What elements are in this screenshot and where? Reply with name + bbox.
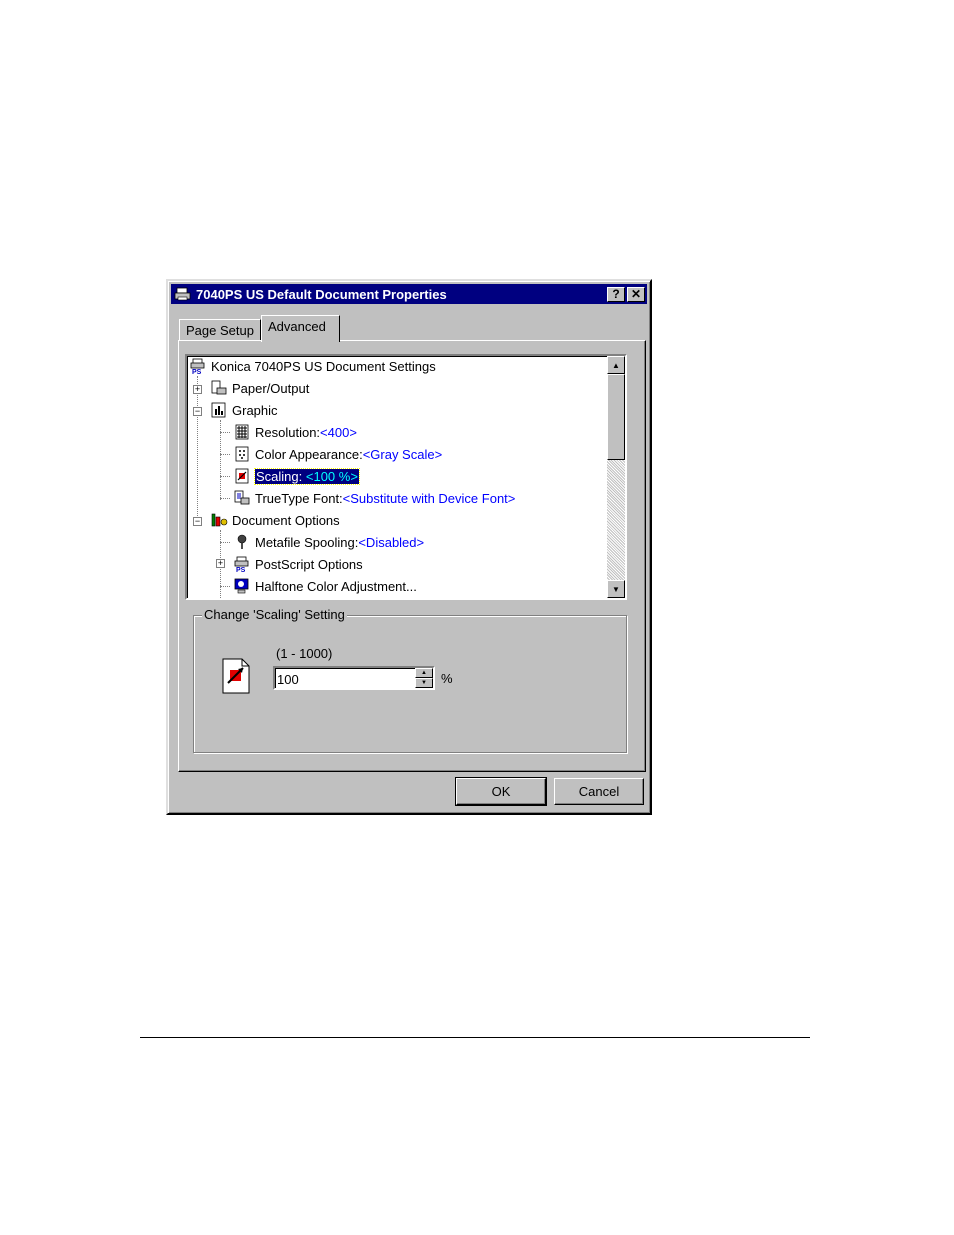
tree-label: PostScript Options	[255, 556, 363, 572]
settings-tree[interactable]: + − − + PS Konica 7040PS US Document Set…	[185, 354, 627, 600]
tab-page-setup[interactable]: Page Setup	[179, 319, 261, 341]
scroll-up-button[interactable]: ▲	[607, 356, 625, 374]
tree-connector	[220, 542, 230, 543]
bar-chart-icon	[211, 402, 226, 418]
collapse-graphic-toggle[interactable]: −	[193, 407, 202, 416]
scroll-down-button[interactable]: ▼	[607, 580, 625, 598]
printer-icon	[174, 287, 191, 301]
tree-label: Resolution:	[255, 424, 321, 440]
tree-label: Halftone Color Adjustment...	[255, 578, 417, 594]
tree-label: Color Appearance:	[255, 446, 363, 462]
tree-item-color-appearance[interactable]: Color Appearance: <Gray Scale>	[233, 445, 442, 463]
document-options-icon	[211, 513, 228, 527]
tree-item-scaling[interactable]: Scaling: <100 %>	[233, 467, 360, 485]
tree-label: TrueType Font:	[255, 490, 343, 506]
scroll-thumb[interactable]	[607, 374, 625, 460]
svg-text:PS: PS	[236, 567, 246, 572]
paper-printer-icon	[211, 380, 227, 395]
tree-label: Document Options	[232, 512, 340, 528]
expand-postscript-options-toggle[interactable]: +	[216, 559, 225, 568]
tab-advanced[interactable]: Advanced	[261, 315, 340, 342]
collapse-document-options-toggle[interactable]: −	[193, 517, 202, 526]
tree-label: Scaling:	[256, 468, 306, 484]
pin-icon	[237, 534, 247, 549]
printer-ps-icon: PS	[234, 556, 249, 572]
cancel-button[interactable]: Cancel	[554, 778, 644, 805]
grid-icon	[235, 424, 249, 440]
tree-connector	[220, 432, 230, 433]
tree-value: <100 %>	[305, 468, 358, 484]
tree-item-graphic[interactable]: Graphic	[210, 401, 278, 419]
spin-down-button[interactable]: ▼	[415, 678, 433, 688]
document-properties-dialog: 7040PS US Default Document Properties ? …	[166, 279, 652, 815]
tree-item-truetype-font[interactable]: TrueType Font: <Substitute with Device F…	[233, 489, 515, 507]
tree-connector	[220, 476, 230, 477]
tree-connector	[220, 454, 230, 455]
page-divider	[140, 1037, 810, 1038]
help-button[interactable]: ?	[607, 286, 625, 302]
tree-item-root[interactable]: PS Konica 7040PS US Document Settings	[189, 357, 436, 375]
tree-value: <Substitute with Device Font>	[342, 490, 516, 506]
tree-item-resolution[interactable]: Resolution: <400>	[233, 423, 357, 441]
scaling-icon	[235, 468, 249, 484]
scaling-spinner[interactable]: ▲ ▼	[415, 668, 433, 688]
ok-button[interactable]: OK	[455, 777, 547, 806]
tree-scrollbar[interactable]: ▲ ▼	[607, 356, 625, 598]
tree-label-selected: Scaling: <100 %>	[254, 467, 360, 485]
tree-value: <Gray Scale>	[362, 446, 443, 462]
change-setting-group: Change 'Scaling' Setting (1 - 1000) ▲ ▼ …	[193, 607, 627, 753]
scaling-input[interactable]	[273, 666, 435, 690]
svg-text:PS: PS	[192, 369, 202, 374]
tree-connector	[220, 586, 230, 587]
printer-ps-icon: PS	[190, 358, 205, 374]
close-button[interactable]: ✕	[627, 286, 645, 302]
font-printer-icon	[234, 490, 250, 505]
tree-connector	[220, 498, 230, 499]
tree-item-document-options[interactable]: Document Options	[210, 511, 340, 529]
range-label: (1 - 1000)	[276, 646, 333, 661]
tree-label: Paper/Output	[232, 380, 310, 396]
spin-up-button[interactable]: ▲	[415, 668, 433, 678]
dots-page-icon	[235, 446, 249, 462]
tree-item-paper-output[interactable]: Paper/Output	[210, 379, 309, 397]
tree-item-halftone[interactable]: Halftone Color Adjustment...	[233, 577, 417, 595]
expand-paper-output-toggle[interactable]: +	[193, 385, 202, 394]
group-label: Change 'Scaling' Setting	[202, 607, 347, 622]
tree-label: Graphic	[232, 402, 278, 418]
tree-label: Konica 7040PS US Document Settings	[211, 358, 436, 374]
tree-item-metafile-spooling[interactable]: Metafile Spooling: <Disabled>	[233, 533, 424, 551]
tree-value: <400>	[320, 424, 357, 440]
scaling-icon	[222, 658, 250, 694]
unit-label: %	[441, 671, 453, 686]
tree-value: <Disabled>	[358, 534, 425, 550]
tree-label: Metafile Spooling:	[255, 534, 359, 550]
window-title: 7040PS US Default Document Properties	[196, 286, 447, 302]
tree-connector	[197, 376, 198, 526]
tree-item-postscript-options[interactable]: PS PostScript Options	[233, 555, 363, 573]
title-bar[interactable]: 7040PS US Default Document Properties ? …	[171, 284, 647, 304]
halftone-monitor-icon	[234, 578, 249, 594]
